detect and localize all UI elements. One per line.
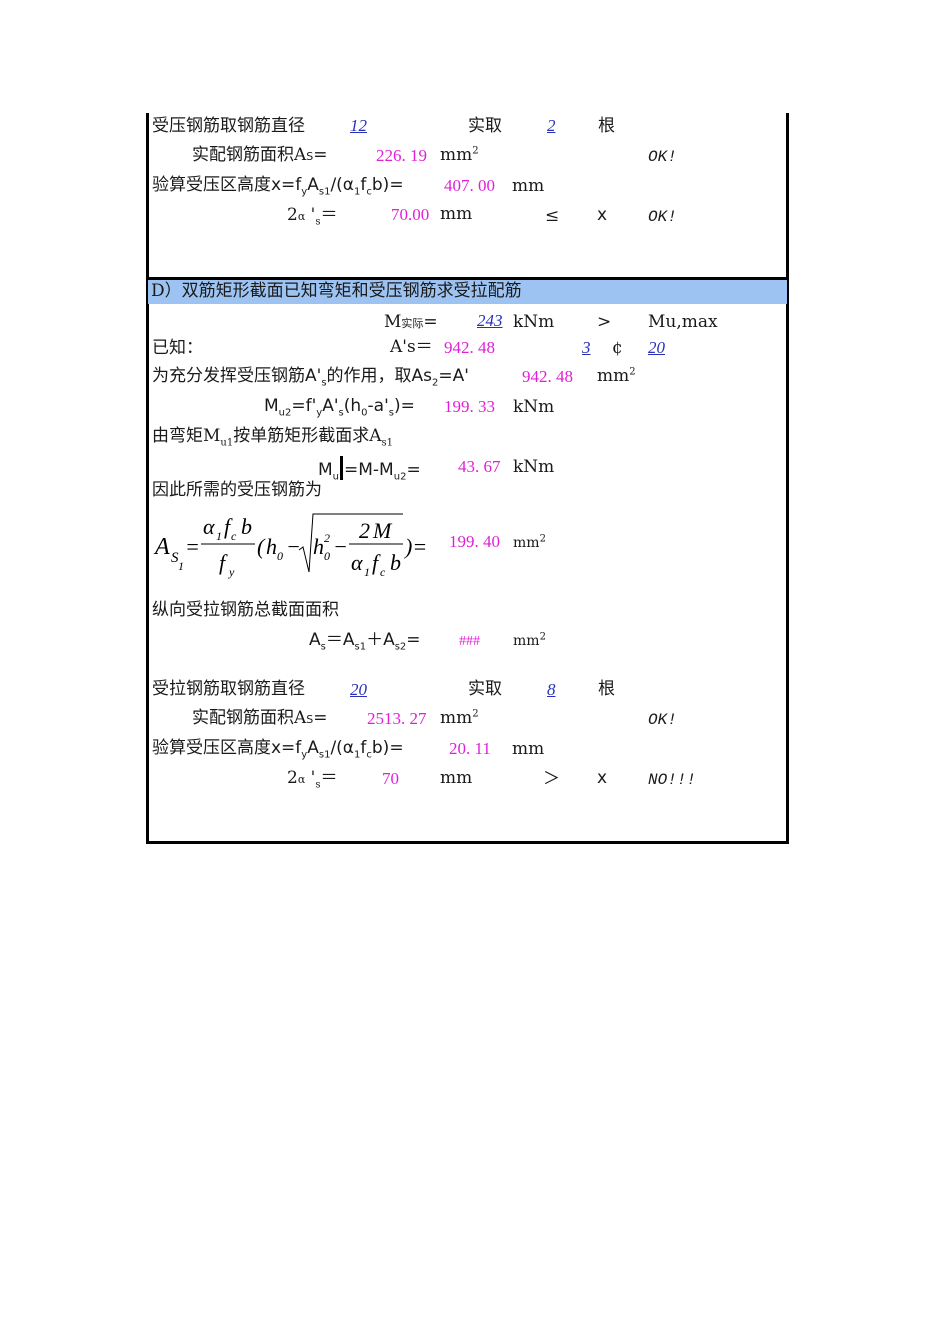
area-status: OK! bbox=[648, 148, 677, 166]
as-prime-label: A's＝ bbox=[390, 337, 433, 357]
m-actual-input[interactable]: 243 bbox=[477, 311, 503, 331]
two-as-value: 70.00 bbox=[391, 205, 430, 224]
text-cursor bbox=[340, 456, 344, 480]
svg-text:)=: )= bbox=[403, 534, 427, 559]
svg-text:=: = bbox=[185, 534, 200, 559]
tension-count-input[interactable]: 8 bbox=[547, 680, 556, 700]
compare-sign: ≤ bbox=[545, 206, 560, 226]
svg-text:2: 2 bbox=[359, 518, 370, 543]
sheet-left-border bbox=[146, 113, 149, 844]
compress-count-input[interactable]: 2 bbox=[547, 116, 556, 136]
as1-value: 199. 40 bbox=[449, 532, 500, 551]
m-compare-target: Mu,max bbox=[648, 312, 718, 332]
mu2-value: 199. 33 bbox=[444, 397, 495, 416]
x-unit: mm bbox=[512, 176, 545, 196]
as1-unit: mm2 bbox=[513, 533, 546, 551]
tension-x-symbol: x bbox=[597, 768, 608, 788]
svg-text:c: c bbox=[231, 529, 237, 543]
as-prime-count-input[interactable]: 3 bbox=[582, 338, 591, 358]
total-value: ### bbox=[459, 634, 480, 649]
take-label: 实取 bbox=[468, 116, 502, 136]
svg-text:0: 0 bbox=[324, 549, 330, 563]
compress-dia-label: 受压钢筋取钢筋直径 bbox=[152, 116, 305, 136]
tension-area-label: 实配钢筋面积AS= bbox=[192, 708, 328, 728]
tension-x-unit: mm bbox=[512, 739, 545, 759]
mu1-desc: 由弯矩Mu1按单筋矩形截面求As1 bbox=[152, 426, 394, 449]
as1-formula: A S 1 = α 1 f c b f y ( h 0 − h 2 0 − 2 … bbox=[153, 513, 427, 579]
svg-text:−: − bbox=[286, 534, 301, 559]
svg-text:c: c bbox=[380, 565, 386, 579]
tension-x-check-label: 验算受压区高度x=fyAs1/(α1fcb)= bbox=[152, 738, 404, 761]
mu1-unit: kNm bbox=[513, 457, 555, 477]
area-label: 实配钢筋面积AS= bbox=[192, 145, 328, 165]
tension-two-as-label: 2α 's＝ bbox=[287, 768, 338, 791]
mu1-formula: Mu =M-Mu2= bbox=[318, 456, 421, 482]
svg-text:2: 2 bbox=[324, 531, 330, 545]
as-prime-dia-input[interactable]: 20 bbox=[648, 338, 665, 358]
svg-text:−: − bbox=[333, 534, 348, 559]
as2-unit: mm2 bbox=[597, 366, 636, 386]
svg-text:y: y bbox=[228, 565, 235, 579]
mu2-formula: Mu2=f'yA's(h0-a's)= bbox=[264, 396, 415, 419]
svg-text:(: ( bbox=[257, 534, 266, 559]
x-value: 407. 00 bbox=[444, 176, 495, 195]
area-unit: mm2 bbox=[440, 145, 479, 165]
total-unit: mm2 bbox=[513, 631, 546, 649]
svg-text:1: 1 bbox=[178, 559, 184, 573]
tension-take-label: 实取 bbox=[468, 679, 502, 699]
svg-text:A: A bbox=[153, 534, 170, 560]
compress-dia-input[interactable]: 12 bbox=[350, 116, 367, 136]
svg-text:h: h bbox=[266, 534, 277, 559]
m-actual-unit: kNm bbox=[513, 312, 555, 332]
svg-text:1: 1 bbox=[216, 529, 222, 543]
as-prime-value: 942. 48 bbox=[444, 338, 495, 357]
rebar-symbol: ¢ bbox=[612, 338, 623, 358]
svg-text:h: h bbox=[313, 534, 324, 559]
tension-area-unit: mm2 bbox=[440, 708, 479, 728]
m-actual-label: M实际= bbox=[384, 312, 438, 332]
count-unit: 根 bbox=[598, 116, 615, 136]
svg-text:α: α bbox=[351, 550, 363, 575]
mu2-unit: kNm bbox=[513, 397, 555, 417]
tension-two-as-value: 70 bbox=[382, 769, 399, 788]
m-compare: > bbox=[597, 312, 612, 332]
mu1-value: 43. 67 bbox=[458, 457, 501, 476]
required-label: 因此所需的受压钢筋为 bbox=[152, 480, 322, 500]
tension-count-unit: 根 bbox=[598, 679, 615, 699]
svg-text:b: b bbox=[241, 514, 252, 539]
as2-text: 为充分发挥受压钢筋A's的作用，取As2=A' bbox=[152, 366, 469, 389]
sheet-right-border bbox=[786, 113, 789, 844]
tension-area-status: OK! bbox=[648, 711, 677, 729]
area-value: 226. 19 bbox=[376, 146, 427, 165]
x-check-label: 验算受压区高度x=fyAs1/(α1fcb)= bbox=[152, 175, 404, 198]
tension-check-status: NO!!! bbox=[648, 771, 697, 789]
svg-text:0: 0 bbox=[277, 549, 283, 563]
two-as-unit: mm bbox=[440, 204, 473, 224]
tension-dia-label: 受拉钢筋取钢筋直径 bbox=[152, 679, 305, 699]
two-as-label: 2α 's＝ bbox=[287, 205, 338, 228]
tension-dia-input[interactable]: 20 bbox=[350, 680, 367, 700]
svg-text:α: α bbox=[203, 514, 215, 539]
svg-text:M: M bbox=[372, 518, 393, 543]
svg-text:f: f bbox=[219, 550, 228, 575]
total-label: 纵向受拉钢筋总截面面积 bbox=[152, 600, 339, 620]
svg-text:b: b bbox=[390, 550, 401, 575]
svg-text:1: 1 bbox=[364, 565, 370, 579]
tension-x-value: 20. 11 bbox=[449, 739, 491, 758]
tension-two-as-unit: mm bbox=[440, 768, 473, 788]
tension-area-value: 2513. 27 bbox=[367, 709, 427, 728]
check-status: OK! bbox=[648, 208, 677, 226]
as2-value: 942. 48 bbox=[522, 367, 573, 386]
sheet-bottom-border bbox=[146, 841, 789, 844]
tension-compare-sign: ＞ bbox=[543, 769, 560, 789]
section-d-header: D）双筋矩形截面已知弯矩和受压钢筋求受拉配筋 bbox=[151, 281, 522, 301]
x-symbol: x bbox=[597, 205, 608, 225]
total-formula: As＝As1＋As2= bbox=[309, 630, 421, 653]
known-label: 已知： bbox=[152, 338, 203, 358]
